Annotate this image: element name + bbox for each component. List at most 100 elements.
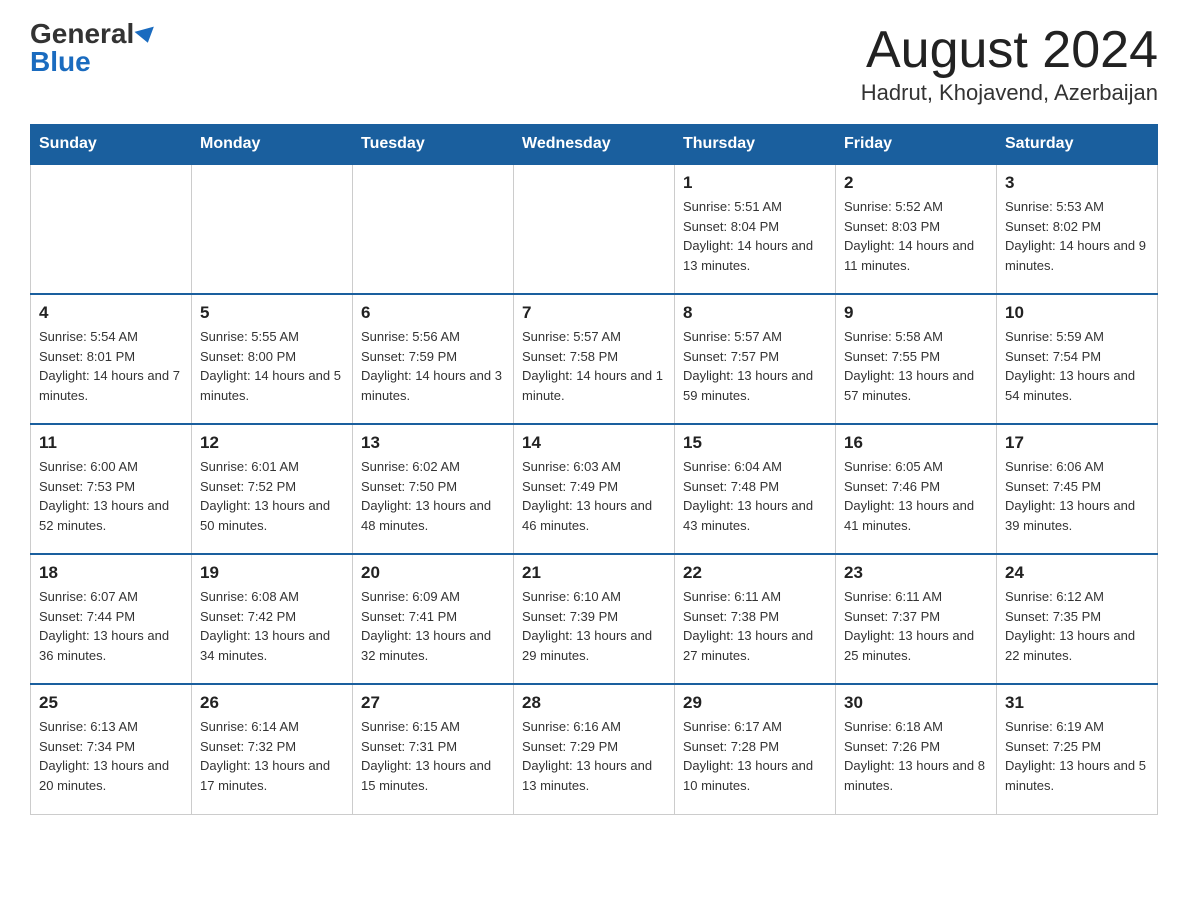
calendar-cell-w5-d5: 30 Sunrise: 6:18 AMSunset: 7:26 PMDayligh… xyxy=(836,684,997,814)
day-info: Sunrise: 6:18 AMSunset: 7:26 PMDaylight:… xyxy=(844,717,988,795)
day-number: 22 xyxy=(683,563,827,583)
day-info: Sunrise: 6:05 AMSunset: 7:46 PMDaylight:… xyxy=(844,457,988,535)
header-saturday: Saturday xyxy=(997,125,1158,165)
calendar-cell-w4-d6: 24 Sunrise: 6:12 AMSunset: 7:35 PMDayligh… xyxy=(997,554,1158,684)
day-number: 10 xyxy=(1005,303,1149,323)
day-info: Sunrise: 6:17 AMSunset: 7:28 PMDaylight:… xyxy=(683,717,827,795)
calendar-cell-w1-d3 xyxy=(514,164,675,294)
day-number: 21 xyxy=(522,563,666,583)
day-info: Sunrise: 5:53 AMSunset: 8:02 PMDaylight:… xyxy=(1005,197,1149,275)
calendar-cell-w5-d1: 26Sunrise: 6:14 AMSunset: 7:32 PMDayligh… xyxy=(192,684,353,814)
day-info: Sunrise: 6:16 AMSunset: 7:29 PMDaylight:… xyxy=(522,717,666,795)
calendar-cell-w1-d1 xyxy=(192,164,353,294)
calendar-cell-w4-d2: 20Sunrise: 6:09 AMSunset: 7:41 PMDayligh… xyxy=(353,554,514,684)
day-info: Sunrise: 6:19 AMSunset: 7:25 PMDaylight:… xyxy=(1005,717,1149,795)
calendar-cell-w3-d0: 11Sunrise: 6:00 AMSunset: 7:53 PMDayligh… xyxy=(31,424,192,554)
header-wednesday: Wednesday xyxy=(514,125,675,165)
calendar-cell-w2-d5: 9 Sunrise: 5:58 AMSunset: 7:55 PMDaylight… xyxy=(836,294,997,424)
day-number: 12 xyxy=(200,433,344,453)
day-number: 11 xyxy=(39,433,183,453)
calendar-cell-w3-d2: 13 Sunrise: 6:02 AMSunset: 7:50 PMDayligh… xyxy=(353,424,514,554)
calendar-cell-w1-d6: 3 Sunrise: 5:53 AMSunset: 8:02 PMDaylight… xyxy=(997,164,1158,294)
days-of-week-row: SundayMondayTuesdayWednesdayThursdayFrid… xyxy=(31,125,1158,165)
day-info: Sunrise: 6:03 AMSunset: 7:49 PMDaylight:… xyxy=(522,457,666,535)
day-number: 23 xyxy=(844,563,988,583)
day-info: Sunrise: 5:59 AMSunset: 7:54 PMDaylight:… xyxy=(1005,327,1149,405)
calendar-cell-w4-d0: 18Sunrise: 6:07 AMSunset: 7:44 PMDayligh… xyxy=(31,554,192,684)
day-info: Sunrise: 6:14 AMSunset: 7:32 PMDaylight:… xyxy=(200,717,344,795)
calendar-cell-w3-d1: 12 Sunrise: 6:01 AMSunset: 7:52 PMDayligh… xyxy=(192,424,353,554)
day-info: Sunrise: 5:55 AMSunset: 8:00 PMDaylight:… xyxy=(200,327,344,405)
calendar-body: 1Sunrise: 5:51 AMSunset: 8:04 PMDaylight… xyxy=(31,164,1158,814)
header-monday: Monday xyxy=(192,125,353,165)
day-number: 1 xyxy=(683,173,827,193)
day-number: 17 xyxy=(1005,433,1149,453)
calendar-cell-w2-d0: 4 Sunrise: 5:54 AMSunset: 8:01 PMDaylight… xyxy=(31,294,192,424)
calendar-cell-w2-d4: 8 Sunrise: 5:57 AMSunset: 7:57 PMDaylight… xyxy=(675,294,836,424)
header-friday: Friday xyxy=(836,125,997,165)
calendar-cell-w3-d6: 17 Sunrise: 6:06 AMSunset: 7:45 PMDayligh… xyxy=(997,424,1158,554)
day-number: 28 xyxy=(522,693,666,713)
calendar-cell-w3-d5: 16 Sunrise: 6:05 AMSunset: 7:46 PMDayligh… xyxy=(836,424,997,554)
day-number: 16 xyxy=(844,433,988,453)
day-info: Sunrise: 6:12 AMSunset: 7:35 PMDaylight:… xyxy=(1005,587,1149,665)
day-number: 13 xyxy=(361,433,505,453)
month-year-title: August 2024 xyxy=(861,20,1158,80)
day-info: Sunrise: 6:02 AMSunset: 7:50 PMDaylight:… xyxy=(361,457,505,535)
calendar-cell-w4-d4: 22Sunrise: 6:11 AMSunset: 7:38 PMDayligh… xyxy=(675,554,836,684)
day-info: Sunrise: 6:08 AMSunset: 7:42 PMDaylight:… xyxy=(200,587,344,665)
day-info: Sunrise: 5:57 AMSunset: 7:57 PMDaylight:… xyxy=(683,327,827,405)
week-row-3: 11Sunrise: 6:00 AMSunset: 7:53 PMDayligh… xyxy=(31,424,1158,554)
day-number: 19 xyxy=(200,563,344,583)
header-tuesday: Tuesday xyxy=(353,125,514,165)
day-info: Sunrise: 6:01 AMSunset: 7:52 PMDaylight:… xyxy=(200,457,344,535)
day-number: 2 xyxy=(844,173,988,193)
title-area: August 2024 Hadrut, Khojavend, Azerbaija… xyxy=(861,20,1158,106)
day-info: Sunrise: 5:56 AMSunset: 7:59 PMDaylight:… xyxy=(361,327,505,405)
day-info: Sunrise: 6:11 AMSunset: 7:37 PMDaylight:… xyxy=(844,587,988,665)
day-info: Sunrise: 5:52 AMSunset: 8:03 PMDaylight:… xyxy=(844,197,988,275)
day-number: 9 xyxy=(844,303,988,323)
calendar-cell-w2-d3: 7Sunrise: 5:57 AMSunset: 7:58 PMDaylight… xyxy=(514,294,675,424)
calendar-cell-w5-d6: 31Sunrise: 6:19 AMSunset: 7:25 PMDayligh… xyxy=(997,684,1158,814)
header-sunday: Sunday xyxy=(31,125,192,165)
day-info: Sunrise: 6:10 AMSunset: 7:39 PMDaylight:… xyxy=(522,587,666,665)
day-number: 3 xyxy=(1005,173,1149,193)
calendar-cell-w4-d5: 23 Sunrise: 6:11 AMSunset: 7:37 PMDayligh… xyxy=(836,554,997,684)
header-thursday: Thursday xyxy=(675,125,836,165)
week-row-1: 1Sunrise: 5:51 AMSunset: 8:04 PMDaylight… xyxy=(31,164,1158,294)
day-number: 8 xyxy=(683,303,827,323)
day-info: Sunrise: 5:58 AMSunset: 7:55 PMDaylight:… xyxy=(844,327,988,405)
day-number: 24 xyxy=(1005,563,1149,583)
day-info: Sunrise: 6:09 AMSunset: 7:41 PMDaylight:… xyxy=(361,587,505,665)
day-number: 6 xyxy=(361,303,505,323)
day-info: Sunrise: 6:07 AMSunset: 7:44 PMDaylight:… xyxy=(39,587,183,665)
day-number: 5 xyxy=(200,303,344,323)
calendar-cell-w3-d4: 15Sunrise: 6:04 AMSunset: 7:48 PMDayligh… xyxy=(675,424,836,554)
calendar-cell-w3-d3: 14 Sunrise: 6:03 AMSunset: 7:49 PMDayligh… xyxy=(514,424,675,554)
day-number: 25 xyxy=(39,693,183,713)
day-number: 30 xyxy=(844,693,988,713)
day-info: Sunrise: 5:54 AMSunset: 8:01 PMDaylight:… xyxy=(39,327,183,405)
day-info: Sunrise: 6:13 AMSunset: 7:34 PMDaylight:… xyxy=(39,717,183,795)
week-row-4: 18Sunrise: 6:07 AMSunset: 7:44 PMDayligh… xyxy=(31,554,1158,684)
calendar-table: SundayMondayTuesdayWednesdayThursdayFrid… xyxy=(30,124,1158,815)
calendar-cell-w4-d1: 19 Sunrise: 6:08 AMSunset: 7:42 PMDayligh… xyxy=(192,554,353,684)
day-number: 14 xyxy=(522,433,666,453)
day-info: Sunrise: 5:57 AMSunset: 7:58 PMDaylight:… xyxy=(522,327,666,405)
calendar-cell-w5-d2: 27Sunrise: 6:15 AMSunset: 7:31 PMDayligh… xyxy=(353,684,514,814)
calendar-cell-w2-d1: 5 Sunrise: 5:55 AMSunset: 8:00 PMDaylight… xyxy=(192,294,353,424)
calendar-cell-w4-d3: 21 Sunrise: 6:10 AMSunset: 7:39 PMDayligh… xyxy=(514,554,675,684)
day-number: 4 xyxy=(39,303,183,323)
day-info: Sunrise: 6:15 AMSunset: 7:31 PMDaylight:… xyxy=(361,717,505,795)
logo-general-text: General xyxy=(30,18,134,49)
day-number: 15 xyxy=(683,433,827,453)
calendar-cell-w5-d4: 29Sunrise: 6:17 AMSunset: 7:28 PMDayligh… xyxy=(675,684,836,814)
week-row-5: 25 Sunrise: 6:13 AMSunset: 7:34 PMDayligh… xyxy=(31,684,1158,814)
calendar-cell-w1-d4: 1Sunrise: 5:51 AMSunset: 8:04 PMDaylight… xyxy=(675,164,836,294)
calendar-cell-w1-d2 xyxy=(353,164,514,294)
location-subtitle: Hadrut, Khojavend, Azerbaijan xyxy=(861,80,1158,106)
calendar-cell-w5-d0: 25 Sunrise: 6:13 AMSunset: 7:34 PMDayligh… xyxy=(31,684,192,814)
day-info: Sunrise: 6:06 AMSunset: 7:45 PMDaylight:… xyxy=(1005,457,1149,535)
calendar-cell-w5-d3: 28 Sunrise: 6:16 AMSunset: 7:29 PMDayligh… xyxy=(514,684,675,814)
